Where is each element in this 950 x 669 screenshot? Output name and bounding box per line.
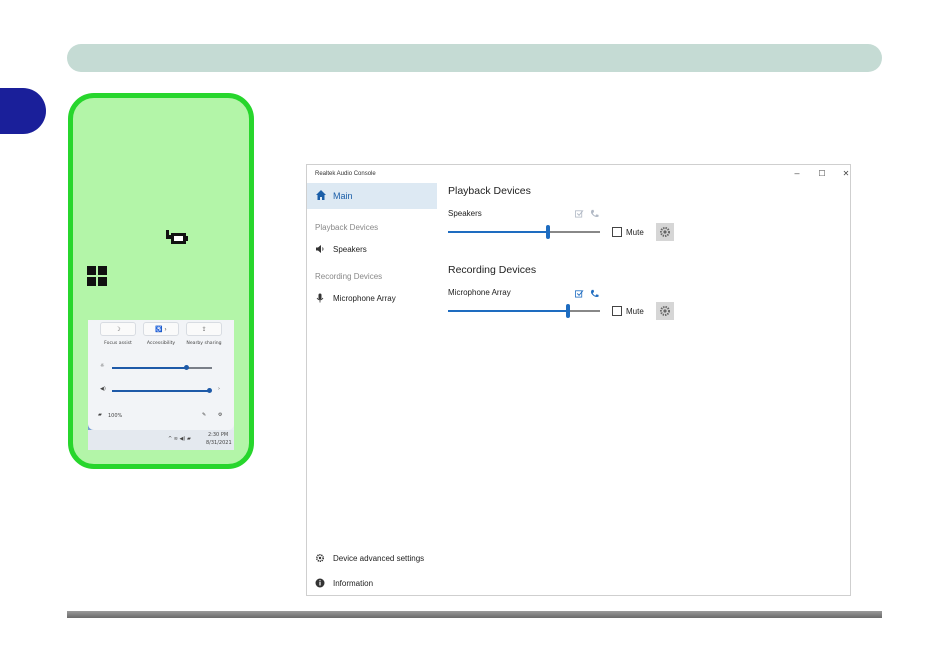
- default-device-check-icon[interactable]: [575, 289, 584, 298]
- realtek-audio-console-window: Realtek Audio Console – ☐ ✕ Main Playbac…: [306, 164, 851, 596]
- brightness-slider-fill: [112, 367, 186, 369]
- maximize-button[interactable]: ☐: [814, 169, 830, 178]
- sidebar-heading-recording: Recording Devices: [315, 272, 383, 281]
- sidebar-item-device-advanced-settings[interactable]: Device advanced settings: [315, 553, 424, 563]
- sidebar: Main Playback Devices Speakers Recording…: [307, 183, 437, 595]
- sidebar-heading-playback: Playback Devices: [315, 223, 379, 232]
- communication-phone-icon[interactable]: [590, 289, 599, 298]
- microphone-mute-checkbox[interactable]: [612, 306, 622, 316]
- tray-icons[interactable]: ^ ≋ ◀) ▰: [168, 436, 191, 442]
- accessibility-tile[interactable]: ♿ ›: [143, 322, 179, 336]
- speakers-mute-checkbox[interactable]: [612, 227, 622, 237]
- focus-assist-label: Focus assist: [104, 341, 132, 346]
- recording-devices-title: Recording Devices: [448, 264, 537, 276]
- microphone-mute-label: Mute: [626, 307, 644, 316]
- info-icon: [315, 578, 325, 588]
- volume-slider-fill: [112, 390, 210, 392]
- speakers-status-icons: [575, 209, 599, 218]
- tray-date: 8/31/2021: [206, 440, 232, 446]
- speakers-volume-thumb[interactable]: [546, 225, 550, 239]
- sidebar-item-microphone[interactable]: Microphone Array: [315, 293, 396, 303]
- speakers-mute-label: Mute: [626, 228, 644, 237]
- note-panel: ☽ ♿ › ⇪ Focus assist Accessibility Nearb…: [68, 93, 254, 469]
- microphone-status-icons: [575, 289, 599, 298]
- sidebar-item-main-label: Main: [333, 191, 353, 201]
- sidebar-item-microphone-label: Microphone Array: [333, 293, 396, 303]
- quick-settings-card: ☽ ♿ › ⇪ Focus assist Accessibility Nearb…: [88, 320, 234, 430]
- page-header-bar: [67, 44, 882, 72]
- focus-assist-tile[interactable]: ☽: [100, 322, 136, 336]
- minimize-button[interactable]: –: [789, 168, 805, 178]
- battery-percent: 100%: [108, 413, 123, 419]
- nearby-sharing-label: Nearby sharing: [186, 341, 222, 346]
- microphone-volume-fill: [448, 310, 568, 312]
- home-icon: [316, 190, 326, 200]
- volume-icon: ◀): [100, 386, 106, 392]
- brightness-slider-track: [186, 367, 212, 369]
- accessibility-label: Accessibility: [146, 341, 176, 346]
- speakers-device-name: Speakers: [448, 209, 482, 218]
- sidebar-item-information[interactable]: Information: [315, 578, 373, 588]
- information-label: Information: [333, 578, 374, 588]
- windows-logo-icon: [87, 266, 107, 286]
- gear-icon: [315, 553, 325, 563]
- settings-icon[interactable]: ⚙: [218, 412, 222, 418]
- page-footer-rule: [67, 611, 882, 618]
- speakers-volume-slider[interactable]: [448, 225, 600, 239]
- playback-devices-title: Playback Devices: [448, 185, 531, 197]
- edit-icon[interactable]: ✎: [202, 412, 206, 418]
- battery-icon: ▰: [98, 412, 102, 418]
- close-button[interactable]: ✕: [838, 169, 854, 178]
- speaker-icon: [316, 245, 324, 253]
- window-title: Realtek Audio Console: [315, 171, 376, 177]
- brightness-icon: ☼: [100, 363, 105, 369]
- tray-time: 2:30 PM: [208, 432, 229, 438]
- gear-icon: [660, 306, 670, 316]
- chevron-right-icon[interactable]: ›: [218, 386, 220, 392]
- sidebar-item-speakers-label: Speakers: [333, 244, 367, 254]
- communication-phone-icon[interactable]: [590, 209, 599, 218]
- speakers-volume-fill: [448, 231, 548, 233]
- volume-slider-thumb[interactable]: [207, 388, 212, 393]
- default-device-check-icon[interactable]: [575, 209, 584, 218]
- chapter-tab: [0, 88, 46, 134]
- microphone-device-name: Microphone Array: [448, 288, 511, 297]
- nearby-sharing-tile[interactable]: ⇪: [186, 322, 222, 336]
- speakers-settings-button[interactable]: [656, 223, 674, 241]
- taskbar: ^ ≋ ◀) ▰ 2:30 PM 8/31/2021: [88, 430, 234, 450]
- gear-icon: [660, 227, 670, 237]
- microphone-settings-button[interactable]: [656, 302, 674, 320]
- sidebar-item-speakers[interactable]: Speakers: [315, 244, 367, 254]
- sidebar-item-main[interactable]: Main: [307, 183, 437, 209]
- device-advanced-settings-label: Device advanced settings: [333, 553, 425, 563]
- brightness-slider-thumb[interactable]: [184, 365, 189, 370]
- quick-settings-screenshot: ☽ ♿ › ⇪ Focus assist Accessibility Nearb…: [88, 320, 234, 450]
- microphone-volume-slider[interactable]: [448, 304, 600, 318]
- battery-plug-icon: [166, 230, 188, 244]
- microphone-volume-thumb[interactable]: [566, 304, 570, 318]
- microphone-icon: [316, 293, 324, 303]
